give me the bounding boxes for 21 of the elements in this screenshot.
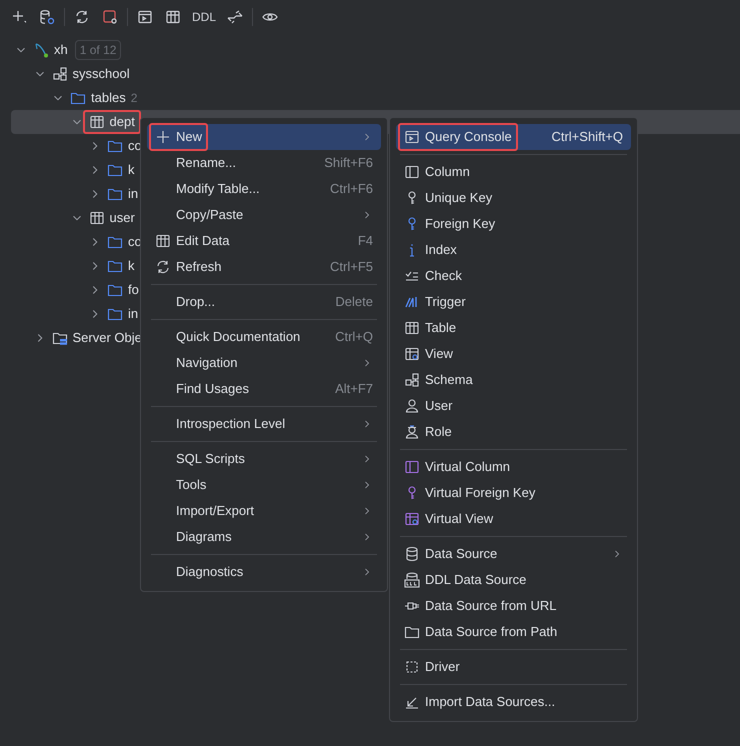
item-label: Server Obje: [72, 329, 142, 348]
match-badge: 1 of 12: [74, 40, 122, 60]
shortcut-label: Delete: [335, 293, 373, 312]
shortcut-label: Ctrl+F5: [330, 258, 373, 276]
shortcut-label: F4: [358, 232, 373, 250]
item-label: xh: [54, 41, 68, 60]
item-label: k: [128, 161, 134, 180]
shortcut-label: Ctrl+Shift+Q: [550, 128, 623, 146]
item-label: k: [128, 257, 134, 276]
item-label: in: [128, 305, 138, 324]
item-label: fo: [128, 281, 139, 300]
shortcut-label: Ctrl+Q: [335, 328, 373, 346]
item-label: in: [128, 185, 138, 204]
item-label: tables: [91, 89, 126, 108]
shortcut-label: Shift+F6: [324, 154, 373, 172]
shortcut-label: Alt+F7: [335, 380, 373, 398]
shortcut-label: Ctrl+F6: [330, 180, 373, 198]
item-label: sysschool: [72, 65, 130, 84]
item-label: dept: [110, 113, 135, 132]
item-count: 2: [130, 90, 138, 107]
item-label: user: [110, 209, 135, 228]
